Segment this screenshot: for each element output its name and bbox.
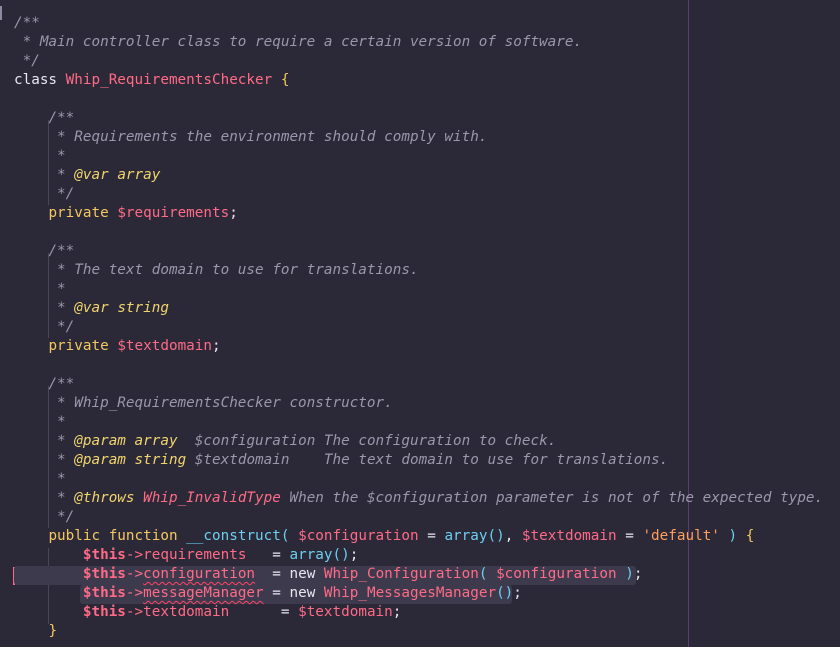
keyword-new: new xyxy=(289,585,316,601)
code-line[interactable]: $this->configuration = new Whip_Configur… xyxy=(14,565,643,584)
code-line[interactable]: $this->requirements = array(); xyxy=(14,546,358,565)
code-line[interactable]: /** xyxy=(14,109,74,128)
doc-tag: @param xyxy=(74,452,126,468)
comment: * Whip_RequirementsChecker constructor. xyxy=(48,395,393,411)
column-ruler xyxy=(688,0,689,647)
comment: */ xyxy=(14,53,40,69)
argument: $configuration xyxy=(496,566,617,582)
comment: * Main controller class to require a cer… xyxy=(14,34,583,50)
code-line[interactable]: */ xyxy=(14,318,74,337)
gutter-fold-marker xyxy=(0,6,2,20)
field-name: requirements xyxy=(143,547,247,563)
code-line[interactable]: } xyxy=(14,622,57,641)
variable: $textdomain xyxy=(298,604,393,620)
brace: } xyxy=(48,623,58,639)
code-line[interactable]: */ xyxy=(14,52,40,71)
this-keyword: $this xyxy=(82,604,126,620)
this-keyword: $this xyxy=(82,547,126,563)
field-name: configuration xyxy=(143,566,256,582)
doc-type: string xyxy=(117,300,169,316)
code-line[interactable]: private $textdomain; xyxy=(14,337,220,356)
doc-tag: @var xyxy=(74,167,109,183)
keyword-function: function xyxy=(108,528,178,544)
comment: The text domain to use for translations. xyxy=(289,452,669,468)
comment: $textdomain xyxy=(194,452,290,468)
code-line[interactable]: * Main controller class to require a cer… xyxy=(14,33,583,52)
keyword-public: public xyxy=(48,528,101,544)
comment: */ xyxy=(48,186,75,202)
code-line[interactable]: * @param array $configuration The config… xyxy=(14,432,556,451)
property-name: $textdomain xyxy=(117,338,212,354)
class-name: Whip_RequirementsChecker xyxy=(65,72,273,88)
comment: * xyxy=(48,490,75,506)
comment: /** xyxy=(48,376,75,392)
doc-type: array xyxy=(117,167,161,183)
code-line[interactable]: */ xyxy=(14,508,74,527)
comment: * xyxy=(48,433,75,449)
field-name: messageManager xyxy=(143,585,264,601)
code-line[interactable]: class Whip_RequirementsChecker { xyxy=(14,71,289,90)
code-editor[interactable]: /** * Main controller class to require a… xyxy=(0,0,840,647)
property-name: $requirements xyxy=(117,205,230,221)
code-line[interactable]: * Whip_RequirementsChecker constructor. xyxy=(14,394,393,413)
comment: * xyxy=(48,281,66,297)
comment: * xyxy=(48,300,75,316)
function-call: array xyxy=(444,528,488,544)
doc-class: Whip_InvalidType xyxy=(143,490,281,506)
string-literal: 'default' xyxy=(642,528,720,544)
code-line[interactable]: $this->textdomain = $textdomain; xyxy=(14,603,402,622)
parameter: $configuration xyxy=(298,528,419,544)
code-line[interactable]: /** xyxy=(14,375,74,394)
comment: * xyxy=(48,167,75,183)
code-line[interactable]: */ xyxy=(14,185,74,204)
comment: $configuration The configuration to chec… xyxy=(177,433,557,449)
code-line[interactable]: * xyxy=(14,280,66,299)
this-keyword: $this xyxy=(82,585,126,601)
parameter: $textdomain xyxy=(521,528,617,544)
doc-tag: @param xyxy=(74,433,126,449)
code-line[interactable]: * @throws Whip_InvalidType When the $con… xyxy=(14,489,823,508)
code-line[interactable]: * @var string xyxy=(14,299,169,318)
doc-type: string xyxy=(134,452,187,468)
comment: * Requirements the environment should co… xyxy=(48,129,488,145)
keyword-private: private xyxy=(48,338,109,354)
keyword-private: private xyxy=(48,205,109,221)
comment: * xyxy=(48,452,75,468)
code-line[interactable]: * @param string $textdomain The text dom… xyxy=(14,451,668,470)
comment: * xyxy=(48,148,66,164)
code-line[interactable]: /** xyxy=(14,14,40,33)
keyword-new: new xyxy=(289,566,316,582)
this-keyword: $this xyxy=(82,566,126,582)
comment: * xyxy=(48,414,66,430)
keyword-class: class xyxy=(14,72,58,88)
code-line[interactable]: * Requirements the environment should co… xyxy=(14,128,487,147)
comment: * The text domain to use for translation… xyxy=(48,262,419,278)
comment: */ xyxy=(48,319,75,335)
function-name: __construct xyxy=(186,528,281,544)
comment: When the $configuration parameter is not… xyxy=(280,490,824,506)
doc-tag: @var xyxy=(74,300,109,316)
comment: * xyxy=(48,471,66,487)
code-line[interactable]: * @var array xyxy=(14,166,160,185)
code-line[interactable]: * xyxy=(14,470,66,489)
class-name: Whip_MessagesManager xyxy=(323,585,497,601)
code-line[interactable]: $this->messageManager = new Whip_Message… xyxy=(14,584,522,603)
code-line[interactable]: * xyxy=(14,147,66,166)
code-line[interactable]: public function __construct( $configurat… xyxy=(14,527,754,546)
brace: { xyxy=(280,72,290,88)
field-name: textdomain xyxy=(143,604,230,620)
class-name: Whip_Configuration xyxy=(323,566,479,582)
brace: { xyxy=(745,528,755,544)
comment: /** xyxy=(48,110,75,126)
code-line[interactable]: * xyxy=(14,413,66,432)
code-line[interactable]: private $requirements; xyxy=(14,204,237,223)
code-line[interactable]: * The text domain to use for translation… xyxy=(14,261,419,280)
comment: */ xyxy=(48,509,75,525)
function-call: array xyxy=(289,547,333,563)
code-line[interactable]: /** xyxy=(14,242,74,261)
doc-tag: @throws xyxy=(74,490,135,506)
doc-type: array xyxy=(134,433,178,449)
comment: /** xyxy=(48,243,75,259)
comment: /** xyxy=(14,15,40,31)
